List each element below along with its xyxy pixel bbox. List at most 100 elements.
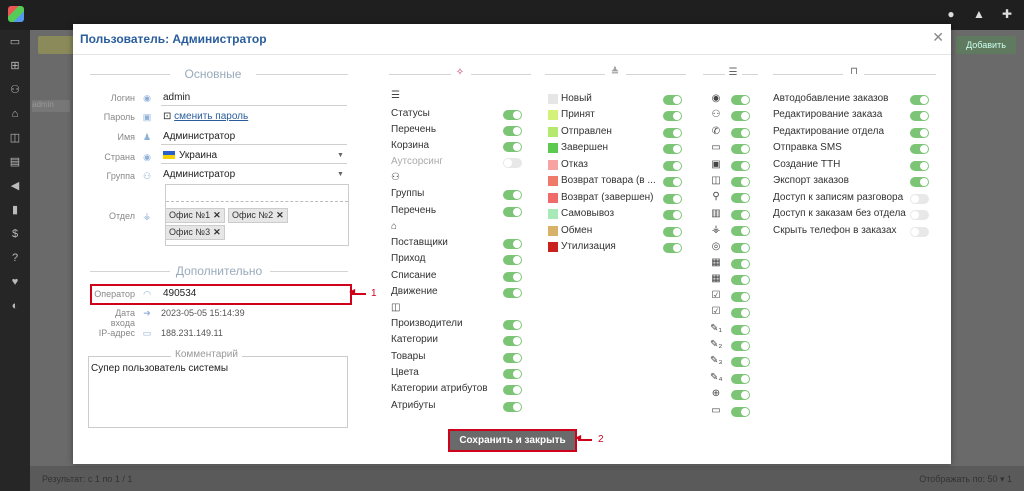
toggle-switch[interactable] <box>731 160 750 171</box>
money-icon[interactable]: $ <box>0 222 30 246</box>
toggle-switch[interactable] <box>731 226 750 237</box>
toggle-switch[interactable] <box>910 227 929 237</box>
users-icon[interactable]: ⚇ <box>0 78 30 102</box>
toggle-switch[interactable] <box>731 357 750 368</box>
name-field[interactable]: Администратор <box>163 131 235 142</box>
group-select[interactable]: Администратор <box>163 169 235 180</box>
toggle-switch[interactable] <box>663 243 682 253</box>
add-button[interactable]: Добавить <box>956 36 1016 54</box>
toggle-switch[interactable] <box>663 95 682 105</box>
toggle-switch[interactable] <box>503 402 522 412</box>
toggle-switch[interactable] <box>910 128 929 138</box>
toggle-switch[interactable] <box>503 336 522 346</box>
toggle-switch[interactable] <box>503 126 522 136</box>
lock-icon: ⊡ <box>163 111 172 122</box>
truck-icon[interactable]: ▤ <box>0 150 30 174</box>
login-field[interactable]: admin <box>163 92 190 103</box>
change-password-link[interactable]: ⊡ сменить пароль <box>163 111 248 122</box>
country-select[interactable]: Украина <box>163 150 217 161</box>
access-item-label: Цвета <box>391 367 419 378</box>
toggle-switch[interactable] <box>663 227 682 237</box>
operator-field[interactable]: 490534 <box>163 288 196 299</box>
annotation-2: 2 <box>598 434 604 445</box>
toggle-switch[interactable] <box>663 177 682 187</box>
toggle-switch[interactable] <box>503 207 522 217</box>
toggle-switch[interactable] <box>731 111 750 122</box>
access-item-label: Атрибуты <box>391 400 436 411</box>
toggle-switch[interactable] <box>731 242 750 253</box>
toggle-switch[interactable] <box>663 210 682 220</box>
toggle-switch[interactable] <box>731 341 750 351</box>
toggle-switch[interactable] <box>731 275 750 286</box>
toggle-switch[interactable] <box>910 95 929 105</box>
toggle-switch[interactable] <box>663 111 682 121</box>
remove-tag-icon[interactable]: ✕ <box>213 210 221 220</box>
toggle-switch[interactable] <box>503 272 522 282</box>
toggle-switch[interactable] <box>731 177 750 187</box>
toggle-switch[interactable] <box>663 128 682 138</box>
login-date-value: 2023-05-05 15:14:39 <box>161 308 245 318</box>
toggle-switch[interactable] <box>731 95 750 105</box>
toggle-switch[interactable] <box>910 144 929 154</box>
toggle-switch[interactable] <box>503 158 522 168</box>
location-icon: ⚲ <box>712 191 720 203</box>
toggle-switch[interactable] <box>731 193 750 204</box>
login-label: Логин <box>110 93 135 103</box>
save-and-close-button[interactable]: Сохранить и закрыть <box>448 429 577 452</box>
heart-icon[interactable]: ♥ <box>0 270 30 294</box>
toggle-switch[interactable] <box>663 161 682 171</box>
remove-tag-icon[interactable]: ✕ <box>213 227 221 237</box>
user-circle-icon: ◉ <box>143 93 151 103</box>
toggle-switch[interactable] <box>503 239 522 249</box>
toggle-switch[interactable] <box>731 144 750 155</box>
toggle-switch[interactable] <box>910 210 929 220</box>
toggle-switch[interactable] <box>731 209 750 220</box>
toggle-icon[interactable]: ◐ <box>0 294 30 318</box>
toggle-switch[interactable] <box>503 255 522 265</box>
toggle-switch[interactable] <box>503 353 522 363</box>
toggle-switch[interactable] <box>503 190 522 200</box>
toggle-switch[interactable] <box>731 127 750 138</box>
toggle-switch[interactable] <box>910 111 929 121</box>
page-size-select[interactable]: Отображать по: 50 ▾ 1 <box>919 474 1012 485</box>
access-item-label: Группы <box>391 188 425 199</box>
calendar-icon: ▦ <box>711 273 721 285</box>
bell-icon[interactable]: ▲ <box>972 7 986 21</box>
close-icon[interactable]: ✕ <box>932 29 944 46</box>
toggle-switch[interactable] <box>910 194 929 204</box>
toggle-switch[interactable] <box>503 110 522 120</box>
box-icon[interactable]: ◫ <box>0 126 30 150</box>
toggle-switch[interactable] <box>731 406 750 417</box>
remove-tag-icon[interactable]: ✕ <box>276 210 284 220</box>
warehouse-icon[interactable]: ⌂ <box>0 102 30 126</box>
toggle-switch[interactable] <box>731 390 750 401</box>
toggle-switch[interactable] <box>731 291 750 302</box>
status-label: Принят <box>561 109 595 120</box>
toggle-switch[interactable] <box>503 142 522 152</box>
toggle-switch[interactable] <box>910 161 929 171</box>
toggle-switch[interactable] <box>910 177 929 187</box>
toggle-switch[interactable] <box>731 373 750 384</box>
chevron-down-icon[interactable]: ▼ <box>337 171 344 178</box>
megaphone-icon[interactable]: ◀ <box>0 174 30 198</box>
toggle-switch[interactable] <box>503 288 522 298</box>
toggle-switch[interactable] <box>663 144 682 154</box>
monitor-icon[interactable]: ▭ <box>0 30 30 54</box>
user-icon[interactable]: ● <box>944 7 958 21</box>
toggle-switch[interactable] <box>503 369 522 379</box>
toggle-switch[interactable] <box>503 385 522 395</box>
toggle-switch[interactable] <box>503 320 522 330</box>
cart-icon[interactable]: ⊞ <box>0 54 30 78</box>
users-icon: ⚇ <box>391 172 400 183</box>
department-label: Отдел <box>108 211 135 221</box>
toggle-switch[interactable] <box>663 194 682 204</box>
help-icon[interactable]: ? <box>0 246 30 270</box>
toggle-switch[interactable] <box>731 308 750 319</box>
plus-icon[interactable]: ✚ <box>1000 7 1014 21</box>
divider <box>73 54 951 55</box>
toggle-switch[interactable] <box>731 324 750 335</box>
chevron-down-icon[interactable]: ▼ <box>337 152 344 159</box>
toggle-switch[interactable] <box>731 259 750 269</box>
permission-label: Скрыть телефон в заказах <box>773 225 897 236</box>
chart-icon[interactable]: ▮ <box>0 198 30 222</box>
